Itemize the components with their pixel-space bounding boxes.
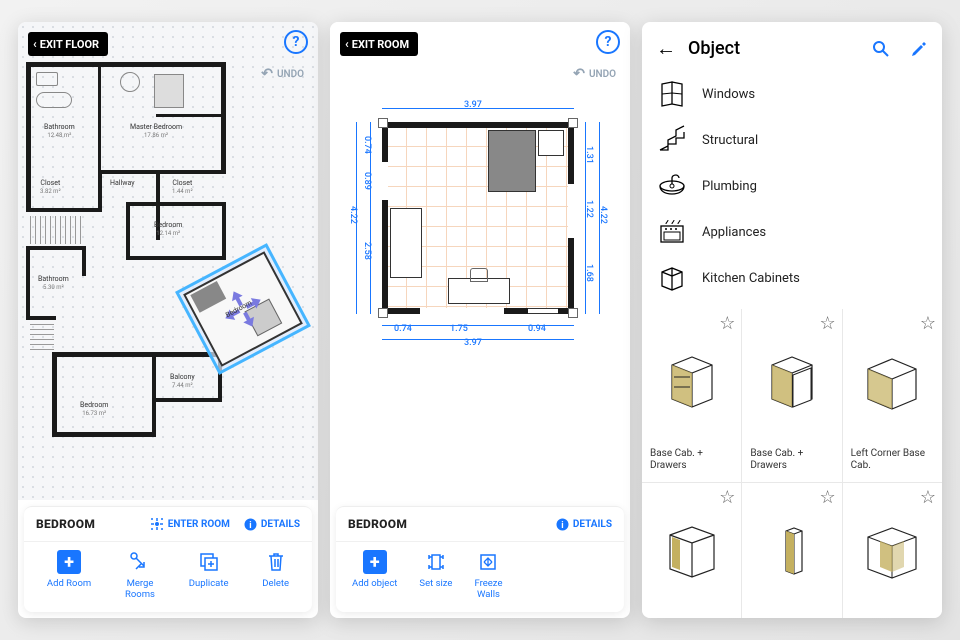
object-header: ← Object xyxy=(642,22,942,69)
enter-room-icon xyxy=(150,517,164,531)
sink-icon xyxy=(656,170,688,202)
undo-label: UNDO xyxy=(277,69,304,80)
plus-icon: + xyxy=(57,550,81,574)
floor-editor-screen: ‹ EXIT FLOOR ? UNDO xyxy=(18,22,318,618)
freeze-icon xyxy=(476,550,500,574)
svg-text:i: i xyxy=(561,521,563,531)
exit-floor-label: EXIT FLOOR xyxy=(40,38,99,51)
details-button[interactable]: i DETAILS xyxy=(556,518,612,531)
add-room-button[interactable]: + Add Room xyxy=(47,550,91,600)
exit-floor-button[interactable]: ‹ EXIT FLOOR xyxy=(28,32,108,56)
exit-room-button[interactable]: ‹ EXIT ROOM xyxy=(340,32,418,56)
info-icon: i xyxy=(556,518,569,531)
chevron-left-icon: ‹ xyxy=(33,37,37,51)
favorite-icon[interactable]: ☆ xyxy=(719,313,735,334)
stairs-icon xyxy=(656,124,688,156)
svg-text:i: i xyxy=(249,521,251,531)
back-arrow-icon[interactable]: ← xyxy=(656,36,676,61)
object-browser-screen: ← Object Windows Structural Plumbing xyxy=(642,22,942,618)
category-plumbing[interactable]: Plumbing xyxy=(656,163,928,209)
object-card[interactable]: ☆ Left Corner Base Cab. xyxy=(843,309,942,482)
category-windows[interactable]: Windows xyxy=(656,71,928,117)
help-icon[interactable]: ? xyxy=(596,30,620,54)
stove-icon xyxy=(656,216,688,248)
help-icon[interactable]: ? xyxy=(284,30,308,54)
object-card[interactable]: ☆ xyxy=(843,483,942,618)
selected-room-name: BEDROOM xyxy=(348,517,407,531)
object-thumbnail xyxy=(648,315,735,446)
category-list: Windows Structural Plumbing Appliances K… xyxy=(642,69,942,309)
object-card[interactable]: ☆ xyxy=(642,483,741,618)
room-bottom-panel: BEDROOM i DETAILS + Add object Set size xyxy=(336,506,624,612)
favorite-icon[interactable]: ☆ xyxy=(719,487,735,508)
enter-room-button[interactable]: ENTER ROOM xyxy=(150,517,230,531)
set-size-button[interactable]: Set size xyxy=(419,550,452,600)
room-canvas[interactable]: ‹ EXIT ROOM ? UNDO xyxy=(330,22,630,500)
object-grid: ☆ Base Cab. + Drawers ☆ Base Cab. + Draw… xyxy=(642,309,942,618)
merge-rooms-button[interactable]: Merge Rooms xyxy=(125,550,155,600)
category-appliances[interactable]: Appliances xyxy=(656,209,928,255)
info-icon: i xyxy=(244,518,257,531)
object-card[interactable]: ☆ Base Cab. + Drawers xyxy=(642,309,741,482)
favorite-icon[interactable]: ☆ xyxy=(820,487,836,508)
page-title: Object xyxy=(688,38,852,59)
room-editor-screen: ‹ EXIT ROOM ? UNDO xyxy=(330,22,630,618)
freeze-walls-button[interactable]: Freeze Walls xyxy=(474,550,502,600)
exit-room-label: EXIT ROOM xyxy=(352,38,409,51)
floorplan-main[interactable]: Bathroom12.48 m² Master Bedroom17.86 m² … xyxy=(26,62,236,442)
edit-icon[interactable] xyxy=(910,40,928,58)
object-card[interactable]: ☆ Base Cab. + Drawers xyxy=(742,309,841,482)
room-viewport[interactable]: 3.97 0.74 0.89 2.58 4.22 1.31 1.22 1.68 … xyxy=(378,118,578,318)
favorite-icon[interactable]: ☆ xyxy=(820,313,836,334)
chevron-left-icon: ‹ xyxy=(345,37,349,51)
favorite-icon[interactable]: ☆ xyxy=(920,313,936,334)
favorite-icon[interactable]: ☆ xyxy=(920,487,936,508)
details-button[interactable]: i DETAILS xyxy=(244,518,300,531)
undo-label: UNDO xyxy=(589,69,616,80)
category-structural[interactable]: Structural xyxy=(656,117,928,163)
add-object-button[interactable]: + Add object xyxy=(352,550,397,600)
plus-icon: + xyxy=(363,550,387,574)
floor-bottom-panel: BEDROOM ENTER ROOM i DETAILS + xyxy=(24,506,312,612)
selected-room-name: BEDROOM xyxy=(36,517,95,531)
undo-button[interactable]: UNDO xyxy=(573,66,616,82)
search-icon[interactable] xyxy=(872,40,890,58)
floor-canvas[interactable]: ‹ EXIT FLOOR ? UNDO xyxy=(18,22,318,500)
object-thumbnail xyxy=(748,315,835,446)
duplicate-icon xyxy=(197,550,221,574)
undo-button[interactable]: UNDO xyxy=(261,66,304,82)
object-card[interactable]: ☆ xyxy=(742,483,841,618)
duplicate-button[interactable]: Duplicate xyxy=(189,550,229,600)
object-thumbnail xyxy=(849,315,936,446)
trash-icon xyxy=(264,550,288,574)
windows-icon xyxy=(656,78,688,110)
cabinet-icon xyxy=(656,262,688,294)
delete-button[interactable]: Delete xyxy=(262,550,289,600)
ruler-icon xyxy=(424,550,448,574)
merge-icon xyxy=(128,550,152,574)
category-cabinets[interactable]: Kitchen Cabinets xyxy=(656,255,928,301)
